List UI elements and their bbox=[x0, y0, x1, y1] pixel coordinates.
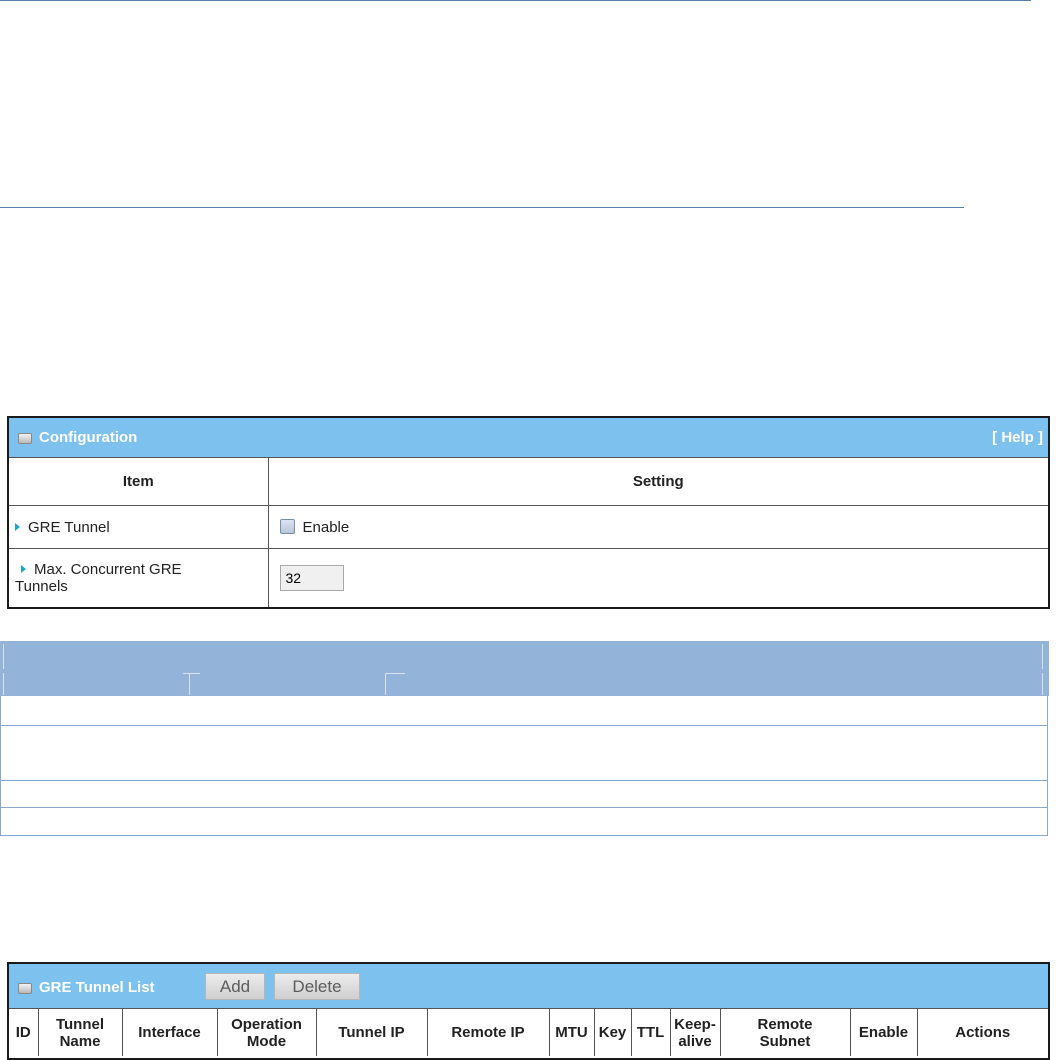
gre-tunnel-list-table: ID Tunnel Name Interface Operation Mode Tunnel… bbox=[9, 1009, 1048, 1056]
gre-tunnel-setting: Enable bbox=[267, 505, 1048, 549]
gre-tunnel-item: GRE Tunnel bbox=[9, 505, 269, 549]
row-divider bbox=[1, 807, 1047, 808]
band-tick bbox=[385, 673, 405, 674]
column-header-text: Name bbox=[59, 1032, 101, 1050]
column-header-text: Enable bbox=[858, 1024, 909, 1041]
max-tunnels-input[interactable] bbox=[279, 565, 344, 591]
blank-table-header bbox=[0, 641, 1049, 696]
top-rule bbox=[0, 0, 1031, 1]
panel-toggle-icon[interactable] bbox=[18, 433, 32, 444]
blank-table-body bbox=[0, 696, 1048, 836]
max-tunnels-label-line2: Tunnels bbox=[15, 578, 68, 595]
setting-column-header: Setting bbox=[267, 458, 1048, 506]
max-tunnels-label-line1: Max. Concurrent GRE bbox=[34, 561, 182, 578]
column-header-text: Keep- bbox=[674, 1015, 716, 1033]
row-divider bbox=[1, 725, 1047, 726]
help-link[interactable]: [ Help ] bbox=[992, 429, 1043, 446]
bullet-arrow-icon bbox=[15, 522, 20, 531]
band-tick bbox=[385, 673, 386, 695]
column-header-text: Subnet bbox=[759, 1032, 811, 1050]
column-header-text: Remote bbox=[757, 1015, 813, 1033]
column-header: Key bbox=[593, 1009, 632, 1056]
add-button[interactable]: Add bbox=[205, 973, 265, 1000]
gre-tunnel-enable-checkbox[interactable] bbox=[279, 518, 295, 534]
gre-tunnel-list-panel: GRE Tunnel List Add Delete ID Tunnel Name I… bbox=[7, 962, 1050, 1060]
gre-tunnel-list-title: GRE Tunnel List bbox=[39, 979, 155, 996]
column-header-text: Tunnel IP bbox=[338, 1024, 405, 1041]
gre-tunnel-enable-label[interactable]: Enable bbox=[303, 519, 350, 536]
column-header-text: Tunnel bbox=[55, 1015, 105, 1033]
column-header-text: Remote IP bbox=[451, 1024, 525, 1041]
row-divider bbox=[1, 780, 1047, 781]
column-header: Interface bbox=[121, 1009, 218, 1056]
configuration-title: Configuration bbox=[39, 429, 138, 446]
configuration-header: Configuration [ Help ] bbox=[9, 418, 1048, 458]
column-header-text: Mode bbox=[246, 1032, 287, 1050]
column-header-text: Key bbox=[598, 1024, 627, 1041]
column-header-text: alive bbox=[678, 1032, 712, 1050]
column-header-text: Actions bbox=[955, 1024, 1011, 1041]
delete-button[interactable]: Delete bbox=[274, 973, 360, 1000]
band-tick bbox=[183, 673, 200, 674]
column-header-text: TTL bbox=[636, 1024, 665, 1041]
max-tunnels-setting bbox=[267, 548, 1048, 607]
column-header-text: MTU bbox=[555, 1024, 588, 1041]
list-header-row: ID Tunnel Name Interface Operation Mode Tunnel… bbox=[9, 1009, 1048, 1056]
band-tick bbox=[1042, 644, 1043, 669]
column-header-text: ID bbox=[15, 1024, 31, 1041]
column-header: Operation Mode bbox=[216, 1009, 317, 1056]
gre-tunnel-label: GRE Tunnel bbox=[28, 518, 110, 536]
column-header: Remote IP bbox=[426, 1009, 550, 1056]
column-header-text: Interface bbox=[138, 1024, 201, 1041]
gre-tunnel-list-header: GRE Tunnel List Add Delete bbox=[9, 964, 1048, 1009]
band-tick bbox=[1042, 673, 1043, 695]
max-tunnels-item: Max. Concurrent GRE Tunnels bbox=[9, 548, 269, 607]
column-header-text: Operation bbox=[231, 1015, 302, 1033]
section-rule bbox=[0, 207, 964, 208]
item-column-header: Item bbox=[9, 458, 269, 506]
column-header: Remote Subnet bbox=[719, 1009, 851, 1056]
column-header: Actions bbox=[916, 1009, 1048, 1056]
bullet-arrow-icon bbox=[21, 565, 26, 573]
band-tick bbox=[3, 644, 4, 669]
band-tick bbox=[3, 673, 4, 695]
configuration-panel: Configuration [ Help ] Item Setting GRE … bbox=[7, 416, 1050, 609]
configuration-table: Item Setting GRE Tunnel Enable Max. Conc… bbox=[9, 458, 1048, 607]
panel-toggle-icon[interactable] bbox=[18, 983, 32, 994]
column-header: Tunnel Name bbox=[37, 1009, 123, 1056]
column-header: Enable bbox=[849, 1009, 918, 1056]
column-header: Tunnel IP bbox=[315, 1009, 428, 1056]
band-tick bbox=[189, 673, 190, 695]
column-header: ID bbox=[9, 1009, 39, 1056]
column-header: MTU bbox=[548, 1009, 595, 1056]
column-header: TTL bbox=[630, 1009, 671, 1056]
column-header: Keep-alive bbox=[669, 1009, 721, 1056]
